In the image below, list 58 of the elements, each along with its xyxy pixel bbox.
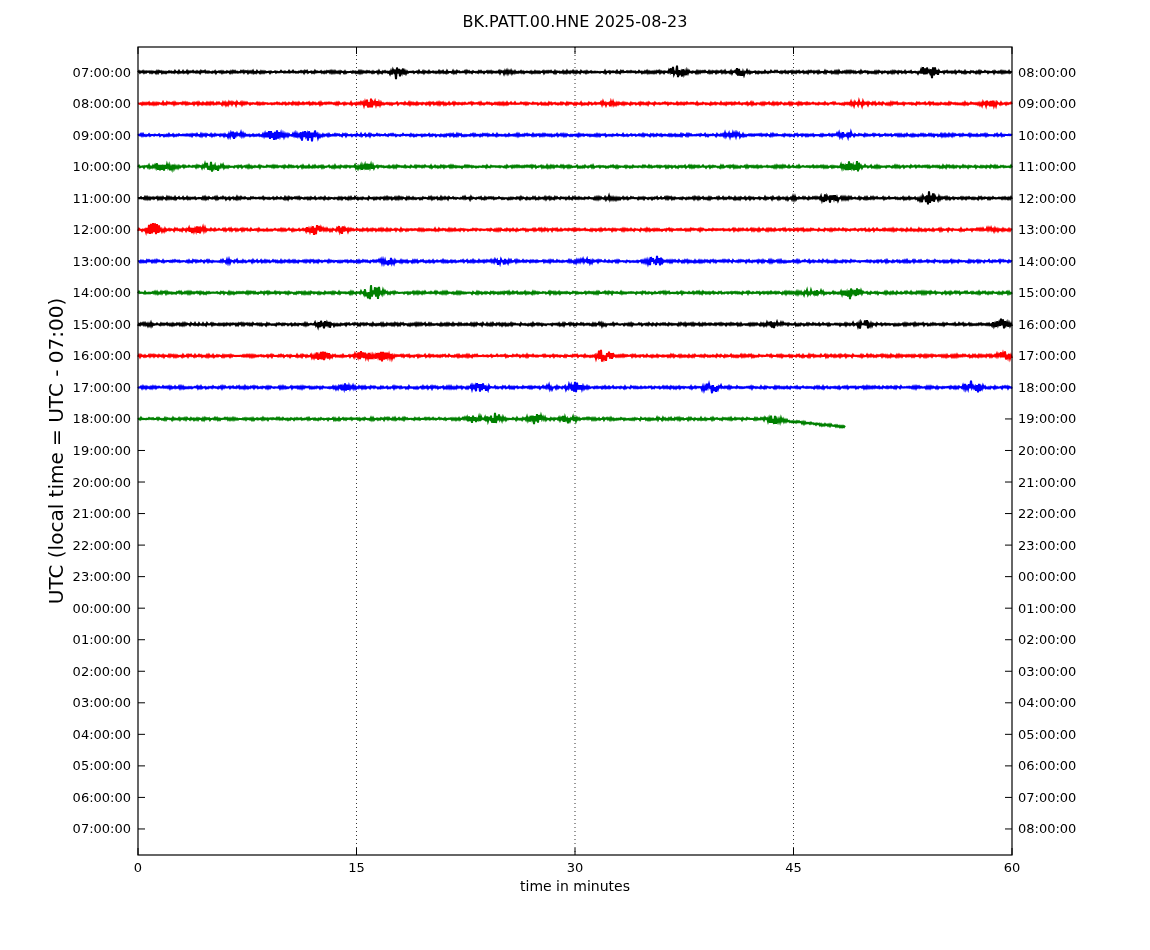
time-tick-label: 08:00:00 — [1018, 64, 1077, 80]
time-tick-label: 02:00:00 — [72, 663, 131, 679]
time-tick-label: 01:00:00 — [1018, 600, 1077, 616]
time-tick-label: 06:00:00 — [72, 789, 131, 805]
plot-title: BK.PATT.00.HNE 2025-08-23 — [462, 11, 688, 33]
y-axis-label: UTC (local time = UTC - 07:00) — [44, 297, 68, 605]
time-tick-label: 18:00:00 — [1018, 379, 1077, 395]
time-tick-label: 20:00:00 — [72, 474, 131, 490]
time-tick-label: 10:00:00 — [72, 159, 131, 175]
time-tick-label: 00:00:00 — [72, 600, 131, 616]
time-tick-label: 01:00:00 — [72, 632, 131, 648]
time-tick-label: 13:00:00 — [72, 253, 131, 269]
time-tick-label: 10:00:00 — [1018, 127, 1077, 143]
time-tick-label: 08:00:00 — [72, 96, 131, 112]
time-tick-label: 09:00:00 — [72, 127, 131, 143]
time-tick-label: 12:00:00 — [1018, 190, 1077, 206]
time-tick-label: 17:00:00 — [72, 379, 131, 395]
minute-tick-label: 45 — [785, 860, 802, 875]
time-tick-label: 08:00:00 — [1018, 821, 1077, 837]
time-tick-label: 09:00:00 — [1018, 96, 1077, 112]
time-tick-label: 12:00:00 — [72, 222, 131, 238]
time-tick-label: 18:00:00 — [72, 411, 131, 427]
minute-tick-label: 30 — [566, 860, 584, 875]
time-tick-label: 03:00:00 — [72, 695, 131, 711]
time-tick-label: 14:00:00 — [1018, 253, 1077, 269]
time-tick-label: 23:00:00 — [72, 569, 131, 585]
time-tick-label: 06:00:00 — [1018, 758, 1077, 774]
time-tick-label: 19:00:00 — [72, 443, 131, 458]
minute-tick-label: 15 — [348, 860, 365, 875]
time-tick-label: 05:00:00 — [1018, 726, 1077, 742]
time-tick-label: 15:00:00 — [1018, 285, 1077, 301]
time-tick-label: 04:00:00 — [1018, 695, 1077, 711]
time-tick-label: 16:00:00 — [72, 348, 131, 364]
time-tick-label: 20:00:00 — [1018, 443, 1077, 458]
minute-tick-label: 60 — [1003, 860, 1021, 875]
time-tick-label: 21:00:00 — [1018, 474, 1077, 490]
x-axis-label: time in minutes — [520, 878, 630, 894]
time-tick-label: 05:00:00 — [72, 758, 131, 774]
time-tick-label: 03:00:00 — [1018, 663, 1077, 679]
time-tick-label: 14:00:00 — [72, 285, 131, 301]
minute-tick-label: 0 — [133, 860, 143, 875]
time-tick-label: 02:00:00 — [1018, 632, 1077, 648]
time-tick-label: 11:00:00 — [1018, 159, 1077, 175]
time-tick-label: 11:00:00 — [72, 190, 131, 206]
time-tick-label: 07:00:00 — [1018, 789, 1077, 805]
time-tick-label: 21:00:00 — [72, 506, 131, 522]
time-tick-label: 23:00:00 — [1018, 537, 1077, 553]
time-tick-label: 17:00:00 — [1018, 348, 1077, 364]
time-tick-label: 07:00:00 — [72, 64, 131, 80]
time-tick-label: 16:00:00 — [1018, 316, 1077, 332]
time-tick-label: 15:00:00 — [72, 316, 131, 332]
time-tick-label: 22:00:00 — [1018, 506, 1077, 522]
time-tick-label: 22:00:00 — [72, 537, 131, 553]
time-tick-label: 04:00:00 — [72, 726, 131, 742]
time-tick-label: 19:00:00 — [1018, 411, 1077, 427]
time-tick-label: 07:00:00 — [72, 821, 131, 837]
time-tick-label: 00:00:00 — [1018, 569, 1077, 585]
time-tick-label: 13:00:00 — [1018, 222, 1077, 238]
